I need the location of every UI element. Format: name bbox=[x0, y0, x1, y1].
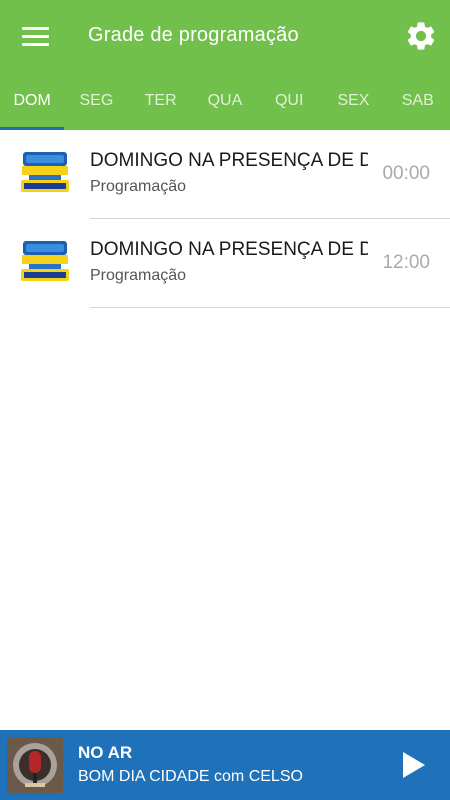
day-tabs: DOM SEG TER QUA QUI SEX SAB bbox=[0, 72, 450, 130]
station-logo-icon bbox=[20, 237, 70, 287]
gear-icon[interactable] bbox=[400, 16, 442, 56]
app-bar: Grade de programação DOM SEG TER QUA QUI… bbox=[0, 0, 450, 130]
station-logo-icon bbox=[20, 148, 70, 198]
hamburger-menu-icon[interactable] bbox=[14, 18, 56, 54]
on-air-label: NO AR bbox=[78, 743, 133, 762]
program-time: 12:00 bbox=[382, 252, 430, 273]
program-title: DOMINGO NA PRESENÇA DE DEUS bbox=[90, 150, 368, 171]
tab-sab[interactable]: SAB bbox=[386, 72, 450, 130]
now-playing-text: BOM DIA CIDADE com CELSO bbox=[78, 768, 303, 785]
program-time: 00:00 bbox=[382, 163, 430, 184]
tab-qua[interactable]: QUA bbox=[193, 72, 257, 130]
program-subtitle: Programação bbox=[90, 267, 187, 284]
divider bbox=[90, 307, 450, 308]
program-subtitle: Programação bbox=[90, 178, 187, 195]
page-title: Grade de programação bbox=[88, 24, 299, 46]
now-playing-bar[interactable]: NO AR BOM DIA CIDADE com CELSO bbox=[0, 730, 450, 800]
tab-seg[interactable]: SEG bbox=[64, 72, 128, 130]
play-icon[interactable] bbox=[396, 747, 432, 783]
schedule-item[interactable]: DOMINGO NA PRESENÇA DE DEUS Programação … bbox=[0, 219, 450, 308]
tab-sex[interactable]: SEX bbox=[321, 72, 385, 130]
schedule-item[interactable]: DOMINGO NA PRESENÇA DE DEUS Programação … bbox=[0, 130, 450, 219]
schedule-list: DOMINGO NA PRESENÇA DE DEUS Programação … bbox=[0, 130, 450, 308]
tab-qui[interactable]: QUI bbox=[257, 72, 321, 130]
toolbar: Grade de programação bbox=[0, 0, 450, 72]
tab-dom[interactable]: DOM bbox=[0, 72, 65, 130]
program-title: DOMINGO NA PRESENÇA DE DEUS bbox=[90, 239, 368, 260]
program-artwork-icon bbox=[7, 737, 63, 793]
tab-ter[interactable]: TER bbox=[129, 72, 193, 130]
